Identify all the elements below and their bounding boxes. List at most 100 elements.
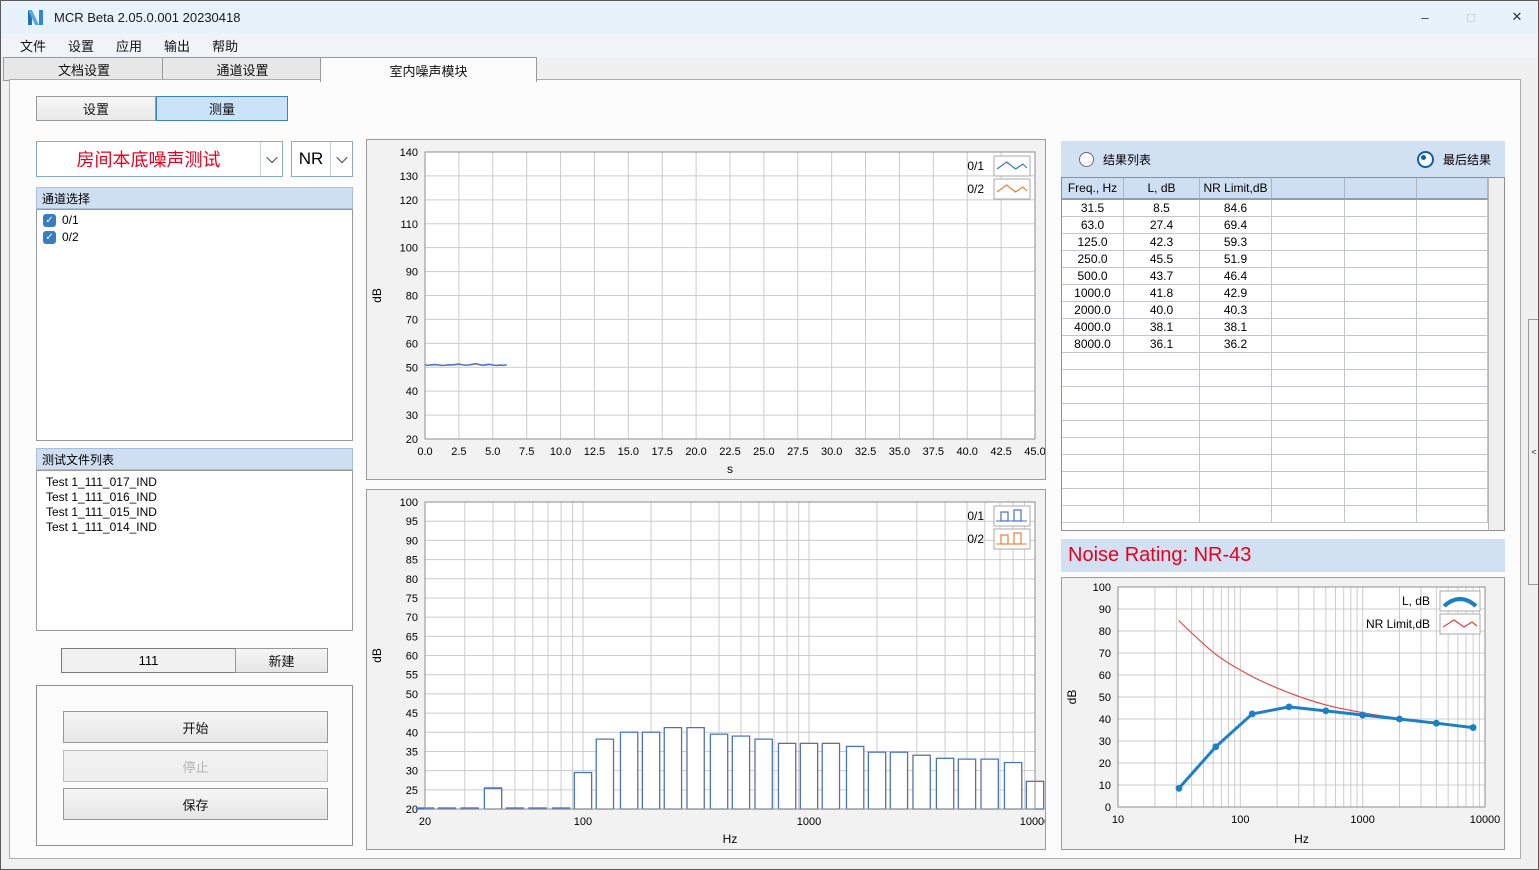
test-file-item[interactable]: Test 1_111_015_IND bbox=[37, 504, 352, 519]
svg-text:NR Limit,dB: NR Limit,dB bbox=[1366, 617, 1430, 631]
table-row[interactable]: 8000.036.136.2 bbox=[1062, 336, 1488, 353]
table-row[interactable]: 250.045.551.9 bbox=[1062, 251, 1488, 268]
svg-text:40: 40 bbox=[406, 386, 418, 398]
table-scrollbar[interactable] bbox=[1488, 177, 1505, 531]
table-row[interactable] bbox=[1062, 353, 1488, 370]
main-tab-strip: 文档设置 通道设置 室内噪声模块 bbox=[1, 57, 1539, 80]
test-name-input[interactable] bbox=[61, 648, 236, 673]
stop-button: 停止 bbox=[63, 750, 328, 782]
svg-text:70: 70 bbox=[1099, 648, 1111, 660]
channel-item[interactable]: ✓0/2 bbox=[37, 227, 352, 244]
tab-channel-settings[interactable]: 通道设置 bbox=[162, 57, 323, 81]
subtab-settings[interactable]: 设置 bbox=[36, 96, 156, 121]
table-cell: 8000.0 bbox=[1062, 336, 1124, 353]
nr-standard-combo[interactable]: NR bbox=[291, 141, 353, 177]
panel-collapse-button[interactable]: < bbox=[1528, 319, 1539, 585]
svg-text:0: 0 bbox=[1105, 802, 1111, 814]
svg-text:40: 40 bbox=[1099, 714, 1111, 726]
table-row[interactable] bbox=[1062, 370, 1488, 387]
maximize-button[interactable]: □ bbox=[1448, 1, 1494, 33]
table-row[interactable] bbox=[1062, 472, 1488, 489]
test-file-list: Test 1_111_017_INDTest 1_111_016_INDTest… bbox=[36, 470, 353, 631]
test-file-item[interactable]: Test 1_111_014_IND bbox=[37, 519, 352, 534]
table-cell bbox=[1200, 370, 1272, 387]
table-cell bbox=[1272, 285, 1345, 302]
menu-item-help[interactable]: 帮助 bbox=[201, 33, 249, 58]
save-button[interactable]: 保存 bbox=[63, 788, 328, 820]
table-cell bbox=[1417, 268, 1488, 285]
svg-text:75: 75 bbox=[406, 593, 418, 605]
tab-indoor-noise-module[interactable]: 室内噪声模块 bbox=[320, 57, 537, 82]
table-cell bbox=[1345, 200, 1417, 217]
table-row[interactable]: 4000.038.138.1 bbox=[1062, 319, 1488, 336]
table-cell: 43.7 bbox=[1124, 268, 1200, 285]
table-header-cell: Freq., Hz bbox=[1062, 178, 1124, 200]
table-cell bbox=[1272, 506, 1345, 523]
table-row[interactable]: 63.027.469.4 bbox=[1062, 217, 1488, 234]
svg-text:20: 20 bbox=[406, 434, 418, 446]
test-file-item[interactable]: Test 1_111_017_IND bbox=[37, 474, 352, 489]
table-row[interactable]: 31.58.584.6 bbox=[1062, 200, 1488, 217]
subtab-measure[interactable]: 测量 bbox=[156, 96, 288, 121]
table-cell: 42.3 bbox=[1124, 234, 1200, 251]
test-type-combo[interactable]: 房间本底噪声测试 bbox=[36, 141, 283, 177]
svg-text:25: 25 bbox=[406, 785, 418, 797]
table-row[interactable] bbox=[1062, 489, 1488, 506]
menu-item-application[interactable]: 应用 bbox=[105, 33, 153, 58]
table-row[interactable] bbox=[1062, 387, 1488, 404]
svg-text:45: 45 bbox=[406, 708, 418, 720]
table-cell bbox=[1345, 217, 1417, 234]
table-cell bbox=[1345, 336, 1417, 353]
table-cell bbox=[1272, 336, 1345, 353]
close-button[interactable]: ✕ bbox=[1494, 1, 1539, 33]
svg-text:10: 10 bbox=[1099, 780, 1111, 792]
table-cell bbox=[1417, 336, 1488, 353]
table-cell bbox=[1417, 404, 1488, 421]
table-row[interactable] bbox=[1062, 438, 1488, 455]
svg-text:70: 70 bbox=[406, 314, 418, 326]
table-cell bbox=[1272, 319, 1345, 336]
channel-checkbox[interactable]: ✓ bbox=[43, 214, 56, 227]
svg-text:20: 20 bbox=[419, 816, 431, 828]
svg-text:35.0: 35.0 bbox=[889, 446, 910, 458]
menu-item-file[interactable]: 文件 bbox=[9, 33, 57, 58]
svg-text:40.0: 40.0 bbox=[957, 446, 978, 458]
last-result-radio[interactable] bbox=[1417, 151, 1434, 168]
table-cell bbox=[1272, 489, 1345, 506]
table-row[interactable] bbox=[1062, 455, 1488, 472]
table-cell bbox=[1345, 472, 1417, 489]
table-cell bbox=[1200, 421, 1272, 438]
table-cell bbox=[1345, 387, 1417, 404]
svg-text:Hz: Hz bbox=[1294, 832, 1309, 846]
result-list-radio-label: 结果列表 bbox=[1103, 151, 1151, 168]
tab-document-settings[interactable]: 文档设置 bbox=[3, 57, 165, 81]
result-mode-band: 结果列表 最后结果 bbox=[1061, 141, 1505, 177]
table-row[interactable]: 1000.041.842.9 bbox=[1062, 285, 1488, 302]
table-cell bbox=[1124, 438, 1200, 455]
test-file-item[interactable]: Test 1_111_016_IND bbox=[37, 489, 352, 504]
table-cell bbox=[1124, 472, 1200, 489]
table-row[interactable] bbox=[1062, 506, 1488, 523]
table-cell bbox=[1345, 268, 1417, 285]
table-row[interactable] bbox=[1062, 421, 1488, 438]
svg-text:17.5: 17.5 bbox=[652, 446, 673, 458]
result-list-radio[interactable] bbox=[1079, 152, 1094, 167]
menu-item-output[interactable]: 输出 bbox=[153, 33, 201, 58]
table-header-cell: L, dB bbox=[1124, 178, 1200, 200]
table-cell: 41.8 bbox=[1124, 285, 1200, 302]
table-row[interactable]: 125.042.359.3 bbox=[1062, 234, 1488, 251]
minimize-button[interactable]: – bbox=[1402, 1, 1448, 33]
table-cell bbox=[1124, 489, 1200, 506]
table-cell bbox=[1062, 438, 1124, 455]
test-type-combo-arrow[interactable] bbox=[260, 142, 282, 176]
table-row[interactable] bbox=[1062, 404, 1488, 421]
table-row[interactable]: 2000.040.040.3 bbox=[1062, 302, 1488, 319]
nr-combo-arrow[interactable] bbox=[330, 142, 352, 176]
channel-list: ✓0/1✓0/2 bbox=[36, 209, 353, 441]
table-row[interactable]: 500.043.746.4 bbox=[1062, 268, 1488, 285]
menu-item-settings[interactable]: 设置 bbox=[57, 33, 105, 58]
channel-item[interactable]: ✓0/1 bbox=[37, 210, 352, 227]
new-button[interactable]: 新建 bbox=[235, 648, 328, 673]
start-button[interactable]: 开始 bbox=[63, 711, 328, 743]
channel-checkbox[interactable]: ✓ bbox=[43, 231, 56, 244]
